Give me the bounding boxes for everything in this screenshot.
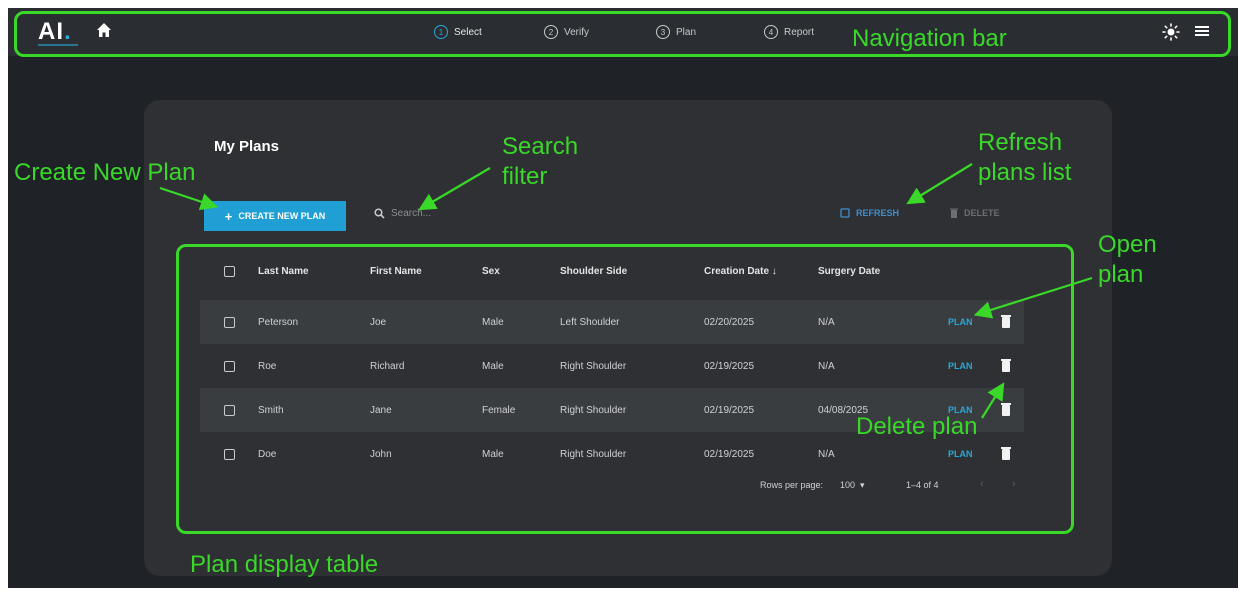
- refresh-icon: [840, 208, 850, 218]
- search-input[interactable]: Search...: [374, 208, 431, 219]
- annotation-refresh-plans-list: Refresh plans list: [978, 129, 1072, 186]
- refresh-button[interactable]: REFRESH: [840, 208, 899, 218]
- annotation-create-new-plan: Create New Plan: [14, 159, 196, 186]
- annotation-open-plan: Open plan: [1098, 231, 1157, 288]
- refresh-label: REFRESH: [856, 208, 900, 218]
- search-icon: [374, 208, 385, 219]
- trash-icon: [950, 208, 958, 218]
- annotation-plan-display-table: Plan display table: [190, 551, 379, 578]
- delete-label: DELETE: [964, 208, 1000, 218]
- delete-button[interactable]: DELETE: [950, 208, 1000, 218]
- plus-icon: +: [224, 208, 233, 224]
- annotation-search-filter: Search filter: [502, 133, 579, 190]
- create-new-plan-label: CREATE NEW PLAN: [238, 211, 326, 221]
- annotation-navigation-bar: Navigation bar: [852, 25, 1007, 52]
- plan-table-highlight: [176, 244, 1074, 534]
- search-placeholder: Search...: [391, 208, 432, 219]
- page-title: My Plans: [214, 138, 280, 155]
- annotation-delete-plan: Delete plan: [856, 413, 978, 440]
- navigation-bar-highlight: [14, 11, 1231, 57]
- create-new-plan-button[interactable]: + CREATE NEW PLAN: [204, 201, 346, 231]
